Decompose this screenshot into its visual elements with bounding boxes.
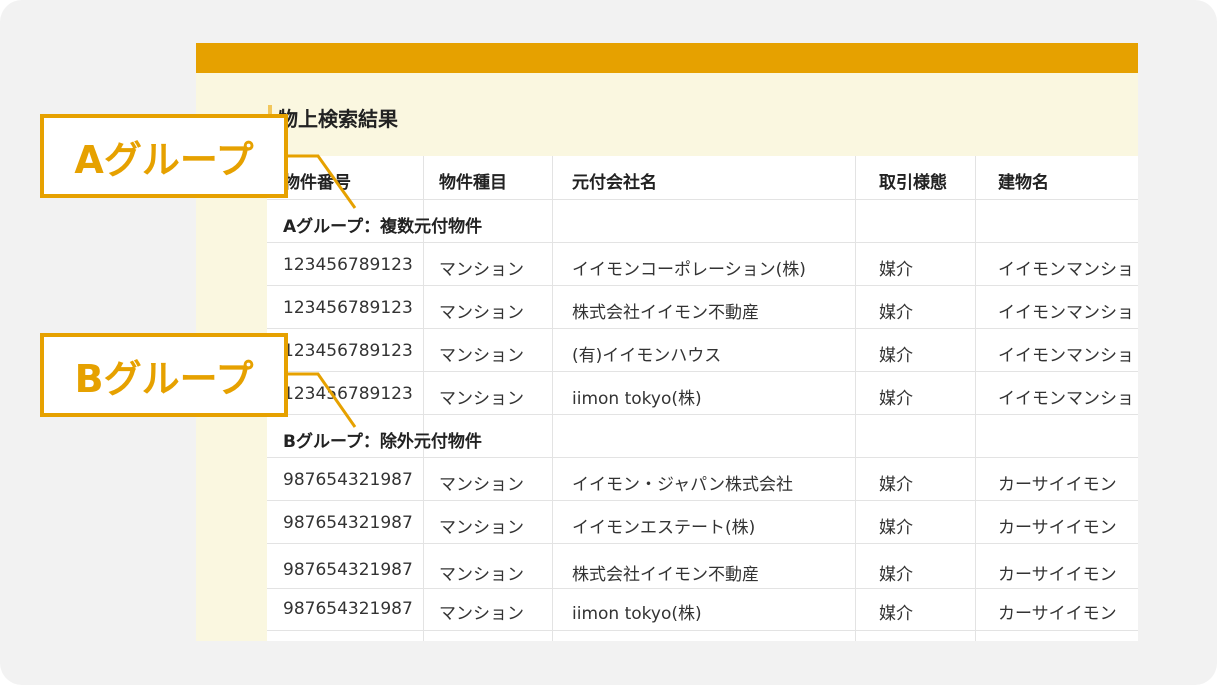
callout-a-leader bbox=[286, 154, 357, 209]
callout-group-a-label: Aグループ bbox=[74, 137, 254, 182]
callout-group-a: Aグループ bbox=[40, 114, 288, 198]
callout-group-b-label: Bグループ bbox=[74, 356, 254, 401]
screenshot-card: 物上検索結果 物件番号 物件種目 元付会社名 取引様態 建物名 Aグループ：複数… bbox=[0, 0, 1217, 685]
callout-group-b: Bグループ bbox=[40, 333, 288, 417]
callout-b-leader bbox=[286, 372, 357, 428]
